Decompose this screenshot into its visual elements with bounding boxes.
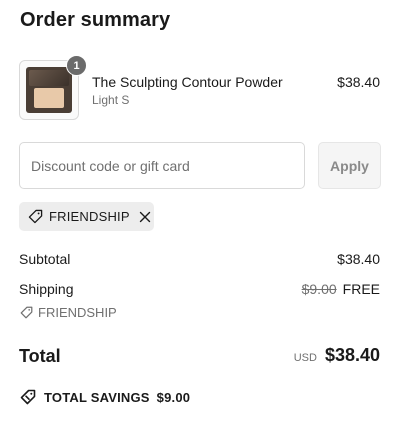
product-thumbnail bbox=[26, 67, 72, 113]
shipping-label: Shipping bbox=[19, 281, 74, 297]
discount-tag-icon bbox=[20, 389, 36, 405]
savings-value: $9.00 bbox=[156, 389, 191, 405]
subtotal-row: Subtotal $38.40 bbox=[19, 251, 380, 267]
applied-discount-code: FRIENDSHIP bbox=[49, 209, 130, 224]
currency-code: USD bbox=[293, 352, 317, 364]
product-image: 1 bbox=[19, 55, 87, 120]
tag-icon bbox=[20, 306, 33, 319]
total-value: $38.40 bbox=[324, 345, 380, 365]
shipping-original-price: $9.00 bbox=[301, 281, 337, 297]
line-item: 1 The Sculpting Contour Powder Light S $… bbox=[19, 55, 380, 121]
tag-icon bbox=[28, 209, 43, 224]
shipping-discount-code: FRIENDSHIP bbox=[20, 305, 117, 320]
shipping-code-label: FRIENDSHIP bbox=[38, 305, 117, 320]
page-title: Order summary bbox=[20, 9, 171, 31]
discount-code-input[interactable] bbox=[19, 142, 305, 189]
subtotal-value: $38.40 bbox=[337, 251, 380, 267]
savings-label: TOTAL SAVINGS bbox=[44, 389, 150, 405]
shipping-row: Shipping $9.00 FREE bbox=[19, 281, 380, 297]
quantity-badge: 1 bbox=[66, 55, 87, 76]
total-savings: TOTAL SAVINGS $9.00 bbox=[20, 389, 190, 405]
remove-discount-close-icon[interactable] bbox=[138, 210, 152, 224]
total-row: Total USD $38.40 bbox=[19, 345, 380, 369]
subtotal-label: Subtotal bbox=[19, 251, 71, 267]
shipping-value: FREE bbox=[342, 281, 380, 297]
product-variant: Light S bbox=[92, 93, 130, 107]
product-price: $38.40 bbox=[337, 74, 380, 90]
total-label: Total bbox=[19, 346, 61, 366]
applied-discount-chip: FRIENDSHIP bbox=[19, 202, 154, 231]
apply-button[interactable]: Apply bbox=[318, 142, 381, 189]
product-name: The Sculpting Contour Powder bbox=[92, 74, 283, 90]
